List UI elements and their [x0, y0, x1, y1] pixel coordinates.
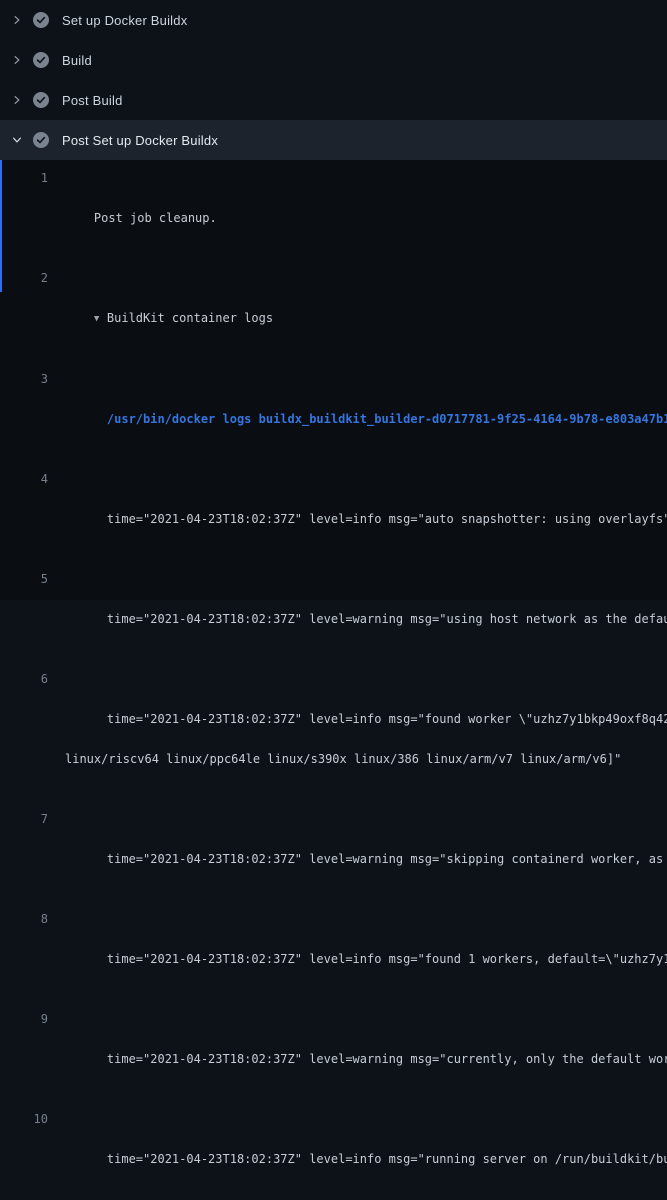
check-circle-icon	[33, 12, 49, 28]
check-circle-icon	[33, 52, 49, 68]
log-line-number[interactable]: 6	[0, 669, 48, 689]
log-line: 6 time="2021-04-23T18:02:37Z" level=info…	[0, 669, 667, 809]
log-line: 8 time="2021-04-23T18:02:37Z" level=info…	[0, 909, 667, 1009]
log-line: 1 Post job cleanup.	[0, 168, 667, 268]
log-line-text: time="2021-04-23T18:02:37Z" level=info m…	[107, 952, 667, 966]
step-label: Post Set up Docker Buildx	[62, 133, 218, 148]
step-label: Set up Docker Buildx	[62, 13, 187, 28]
actions-log-viewer: { "theme": { "accent_blue": "#2f6feb", "…	[0, 0, 667, 600]
log-line: 10 time="2021-04-23T18:02:37Z" level=inf…	[0, 1109, 667, 1200]
log-line: 5 time="2021-04-23T18:02:37Z" level=warn…	[0, 569, 667, 669]
log-line-number[interactable]: 1	[0, 168, 48, 188]
log-line-content: time="2021-04-23T18:02:37Z" level=info m…	[94, 952, 667, 966]
log-line-content: Post job cleanup.	[94, 211, 217, 225]
check-circle-icon	[33, 92, 49, 108]
log-line-number[interactable]: 7	[0, 809, 48, 829]
log-container: 1 Post job cleanup. 2 ▼BuildKit containe…	[0, 160, 667, 600]
log-line-content: time="2021-04-23T18:02:37Z" level=info m…	[94, 1152, 667, 1166]
check-circle-icon	[33, 132, 49, 148]
log-line-content: /usr/bin/docker logs buildx_buildkit_bui…	[94, 412, 667, 426]
log-line-content: time="2021-04-23T18:02:37Z" level=warnin…	[94, 852, 667, 866]
log-line: 3 /usr/bin/docker logs buildx_buildkit_b…	[0, 369, 667, 469]
log-line-text: time="2021-04-23T18:02:37Z" level=info m…	[107, 1152, 667, 1166]
log-line-number[interactable]: 3	[0, 369, 48, 389]
log-line-content: time="2021-04-23T18:02:37Z" level=info m…	[94, 712, 667, 726]
log-line-text: BuildKit container logs	[107, 311, 273, 325]
log-line-number[interactable]: 4	[0, 469, 48, 489]
step-header-4[interactable]: Post Set up Docker Buildx	[0, 120, 667, 160]
step-header-2[interactable]: Build	[0, 40, 667, 80]
log-line-content: time="2021-04-23T18:02:37Z" level=info m…	[94, 512, 667, 526]
log-line-number[interactable]: 2	[0, 268, 48, 288]
group-triangle-icon[interactable]: ▼	[94, 309, 107, 329]
step-header-3[interactable]: Post Build	[0, 80, 667, 120]
log-line: 2 ▼BuildKit container logs	[0, 268, 667, 369]
log-line-number[interactable]: 5	[0, 569, 48, 589]
log-line-number[interactable]: 9	[0, 1009, 48, 1029]
chevron-right-icon[interactable]	[10, 53, 24, 67]
log-line-text: time="2021-04-23T18:02:37Z" level=warnin…	[107, 612, 667, 626]
chevron-right-icon[interactable]	[10, 93, 24, 107]
step-label: Post Build	[62, 93, 123, 108]
log-line-text: /usr/bin/docker logs buildx_buildkit_bui…	[107, 412, 667, 426]
log-line-text: time="2021-04-23T18:02:37Z" level=warnin…	[107, 1052, 667, 1066]
log-line-text: time="2021-04-23T18:02:37Z" level=info m…	[107, 512, 667, 526]
log-line-text: time="2021-04-23T18:02:37Z" level=info m…	[107, 712, 667, 726]
log-line-continuation: linux/riscv64 linux/ppc64le linux/s390x …	[65, 749, 667, 769]
log-line-text: time="2021-04-23T18:02:37Z" level=warnin…	[107, 852, 667, 866]
log-line: 9 time="2021-04-23T18:02:37Z" level=warn…	[0, 1009, 667, 1109]
chevron-right-icon[interactable]	[10, 13, 24, 27]
log-lines: 1 Post job cleanup. 2 ▼BuildKit containe…	[0, 168, 667, 1200]
log-line-text: Post job cleanup.	[94, 211, 217, 225]
log-line-content: time="2021-04-23T18:02:37Z" level=warnin…	[94, 612, 667, 626]
chevron-down-icon[interactable]	[10, 133, 24, 147]
log-line-number[interactable]: 10	[0, 1109, 48, 1129]
step-header-1[interactable]: Set up Docker Buildx	[0, 0, 667, 40]
step-label: Build	[62, 53, 92, 68]
step-list: Set up Docker Buildx Build P	[0, 0, 667, 160]
log-line-content: time="2021-04-23T18:02:37Z" level=warnin…	[94, 1052, 667, 1066]
log-line: 7 time="2021-04-23T18:02:37Z" level=warn…	[0, 809, 667, 909]
log-line-number[interactable]: 8	[0, 909, 48, 929]
log-line: 4 time="2021-04-23T18:02:37Z" level=info…	[0, 469, 667, 569]
log-group-toggle[interactable]: ▼BuildKit container logs	[94, 311, 273, 325]
